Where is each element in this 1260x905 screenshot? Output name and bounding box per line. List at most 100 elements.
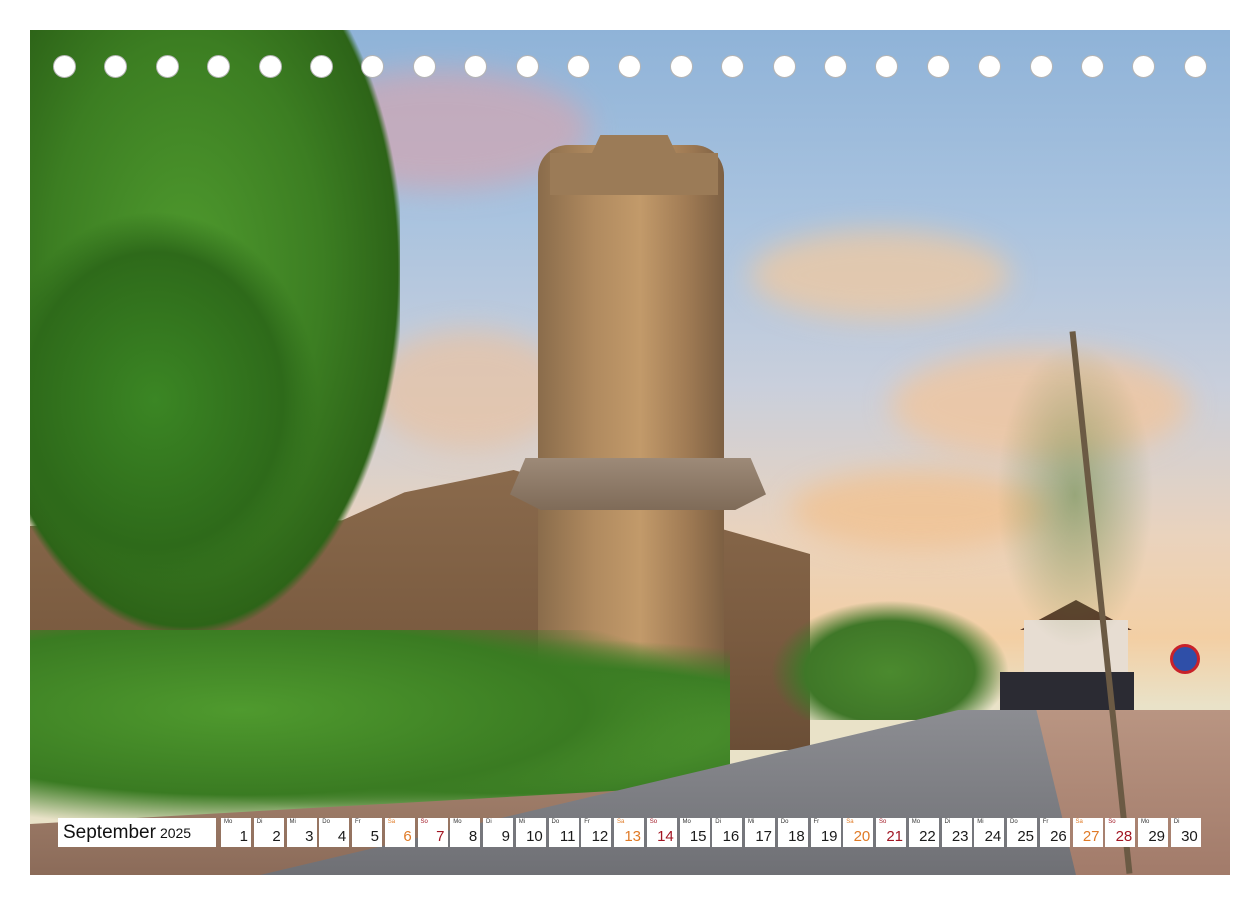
weekday-label: Di <box>256 819 263 825</box>
day-number: 13 <box>624 828 641 845</box>
day-cell: Mo 1 <box>221 818 251 847</box>
month-name: September <box>63 822 156 843</box>
weekday-label: Fr <box>355 819 361 825</box>
weekday-label: Sa <box>387 819 396 825</box>
weekday-label: Fr <box>1042 819 1049 825</box>
tree-canopy <box>30 210 320 590</box>
day-cell: Sa 6 <box>384 818 415 847</box>
binding-hole <box>515 55 539 78</box>
calendar-strip: September 2025 Mo 1 Di 2 Mi 3 Do 4 Fr 5 Sa 6 So 7 Mo 8 Di… <box>58 818 1203 847</box>
weekday-label: Mi <box>518 819 526 825</box>
day-cell: Di 16 <box>712 818 743 847</box>
weekday-label: Mo <box>1141 819 1150 825</box>
day-cell: Di 2 <box>253 818 284 847</box>
weekday-label: So <box>1108 819 1116 825</box>
day-number: 5 <box>370 828 379 845</box>
day-number: 21 <box>886 828 903 845</box>
weekday-label: Sa <box>1075 819 1083 825</box>
day-cell: Di 9 <box>483 818 513 847</box>
weekday-label: So <box>649 819 658 825</box>
day-cell: So 7 <box>417 818 448 847</box>
weekday-label: Fr <box>813 819 820 825</box>
street-trees <box>770 600 1010 720</box>
weekday-label: Mi <box>748 819 755 825</box>
day-number: 17 <box>755 828 772 845</box>
wooden-gallery <box>510 458 766 510</box>
day-number: 3 <box>305 828 314 845</box>
weekday-label: So <box>420 819 428 825</box>
month-label: September 2025 <box>58 818 216 847</box>
binding-hole <box>258 55 282 78</box>
weekday-label: Mi <box>289 819 296 825</box>
day-number: 10 <box>526 828 543 845</box>
day-number: 26 <box>1050 828 1067 845</box>
binding-hole <box>53 55 76 78</box>
day-number: 27 <box>1082 828 1100 845</box>
day-cell: Mi 24 <box>974 818 1005 847</box>
day-number: 15 <box>689 828 707 845</box>
day-cell: So 28 <box>1105 818 1136 847</box>
binding-hole <box>772 55 796 78</box>
binding-hole <box>310 55 333 78</box>
day-number: 19 <box>820 828 838 845</box>
weekday-label: Do <box>322 819 330 825</box>
day-cell: Mi 10 <box>515 818 546 847</box>
weekday-label: Di <box>486 819 492 825</box>
weekday-label: Di <box>944 819 951 825</box>
day-number: 30 <box>1181 828 1198 845</box>
cloud <box>750 230 1010 320</box>
day-cell: Fr 19 <box>810 818 841 847</box>
binding-hole <box>1029 55 1053 78</box>
day-number: 23 <box>951 828 969 845</box>
tower-photo <box>30 30 1230 875</box>
day-cell: Do 25 <box>1007 818 1037 847</box>
day-cell: Sa 13 <box>614 818 644 847</box>
day-number: 8 <box>468 828 478 845</box>
day-number: 11 <box>559 828 576 845</box>
weekday-label: Di <box>715 819 721 825</box>
day-number: 18 <box>788 828 805 845</box>
day-cell: Mo 22 <box>908 818 939 847</box>
day-cell: Fr 5 <box>352 818 382 847</box>
day-cell: Mo 8 <box>450 818 481 847</box>
day-cell: Mo 29 <box>1138 818 1168 847</box>
day-number: 14 <box>657 828 674 845</box>
no-parking-sign-icon <box>1170 644 1200 674</box>
weekday-label: So <box>879 819 887 825</box>
day-cell: Mo 15 <box>679 818 710 847</box>
day-number: 12 <box>591 828 609 845</box>
weekday-label: Mo <box>682 819 691 825</box>
weekday-label: Mo <box>911 819 921 825</box>
weekday-label: Sa <box>846 819 854 825</box>
weekday-label: Mo <box>224 819 233 825</box>
day-number: 29 <box>1148 828 1165 845</box>
weekday-label: Do <box>551 819 560 825</box>
binding-hole <box>412 55 436 78</box>
calendar-page: September 2025 Mo 1 Di 2 Mi 3 Do 4 Fr 5 Sa 6 So 7 Mo 8 Di… <box>0 0 1260 905</box>
day-cell: Sa 27 <box>1072 818 1103 847</box>
weekday-label: Do <box>780 819 789 825</box>
day-number: 6 <box>403 828 412 845</box>
binding-hole <box>926 55 950 78</box>
day-cell: Mi 17 <box>745 818 775 847</box>
day-cell: Sa 20 <box>843 818 874 847</box>
day-cell: Do 18 <box>777 818 808 847</box>
weekday-label: Fr <box>584 819 590 825</box>
day-cell: So 21 <box>876 818 906 847</box>
day-number: 28 <box>1115 828 1133 845</box>
binding-hole <box>567 55 590 78</box>
day-cell: Mi 3 <box>286 818 317 847</box>
binding-hole <box>824 55 847 78</box>
day-number: 24 <box>984 828 1002 845</box>
day-number: 4 <box>337 828 347 845</box>
day-cell: Di 23 <box>941 818 972 847</box>
weekday-label: Do <box>1010 819 1018 825</box>
binding-hole <box>1183 55 1207 78</box>
day-cell: Di 30 <box>1170 818 1201 847</box>
weekday-label: Mo <box>453 819 462 825</box>
day-cell: Do 4 <box>319 818 350 847</box>
day-number: 22 <box>919 828 936 845</box>
day-number: 9 <box>501 828 510 845</box>
weekday-label: Sa <box>617 819 625 825</box>
day-cell: Do 11 <box>548 818 579 847</box>
